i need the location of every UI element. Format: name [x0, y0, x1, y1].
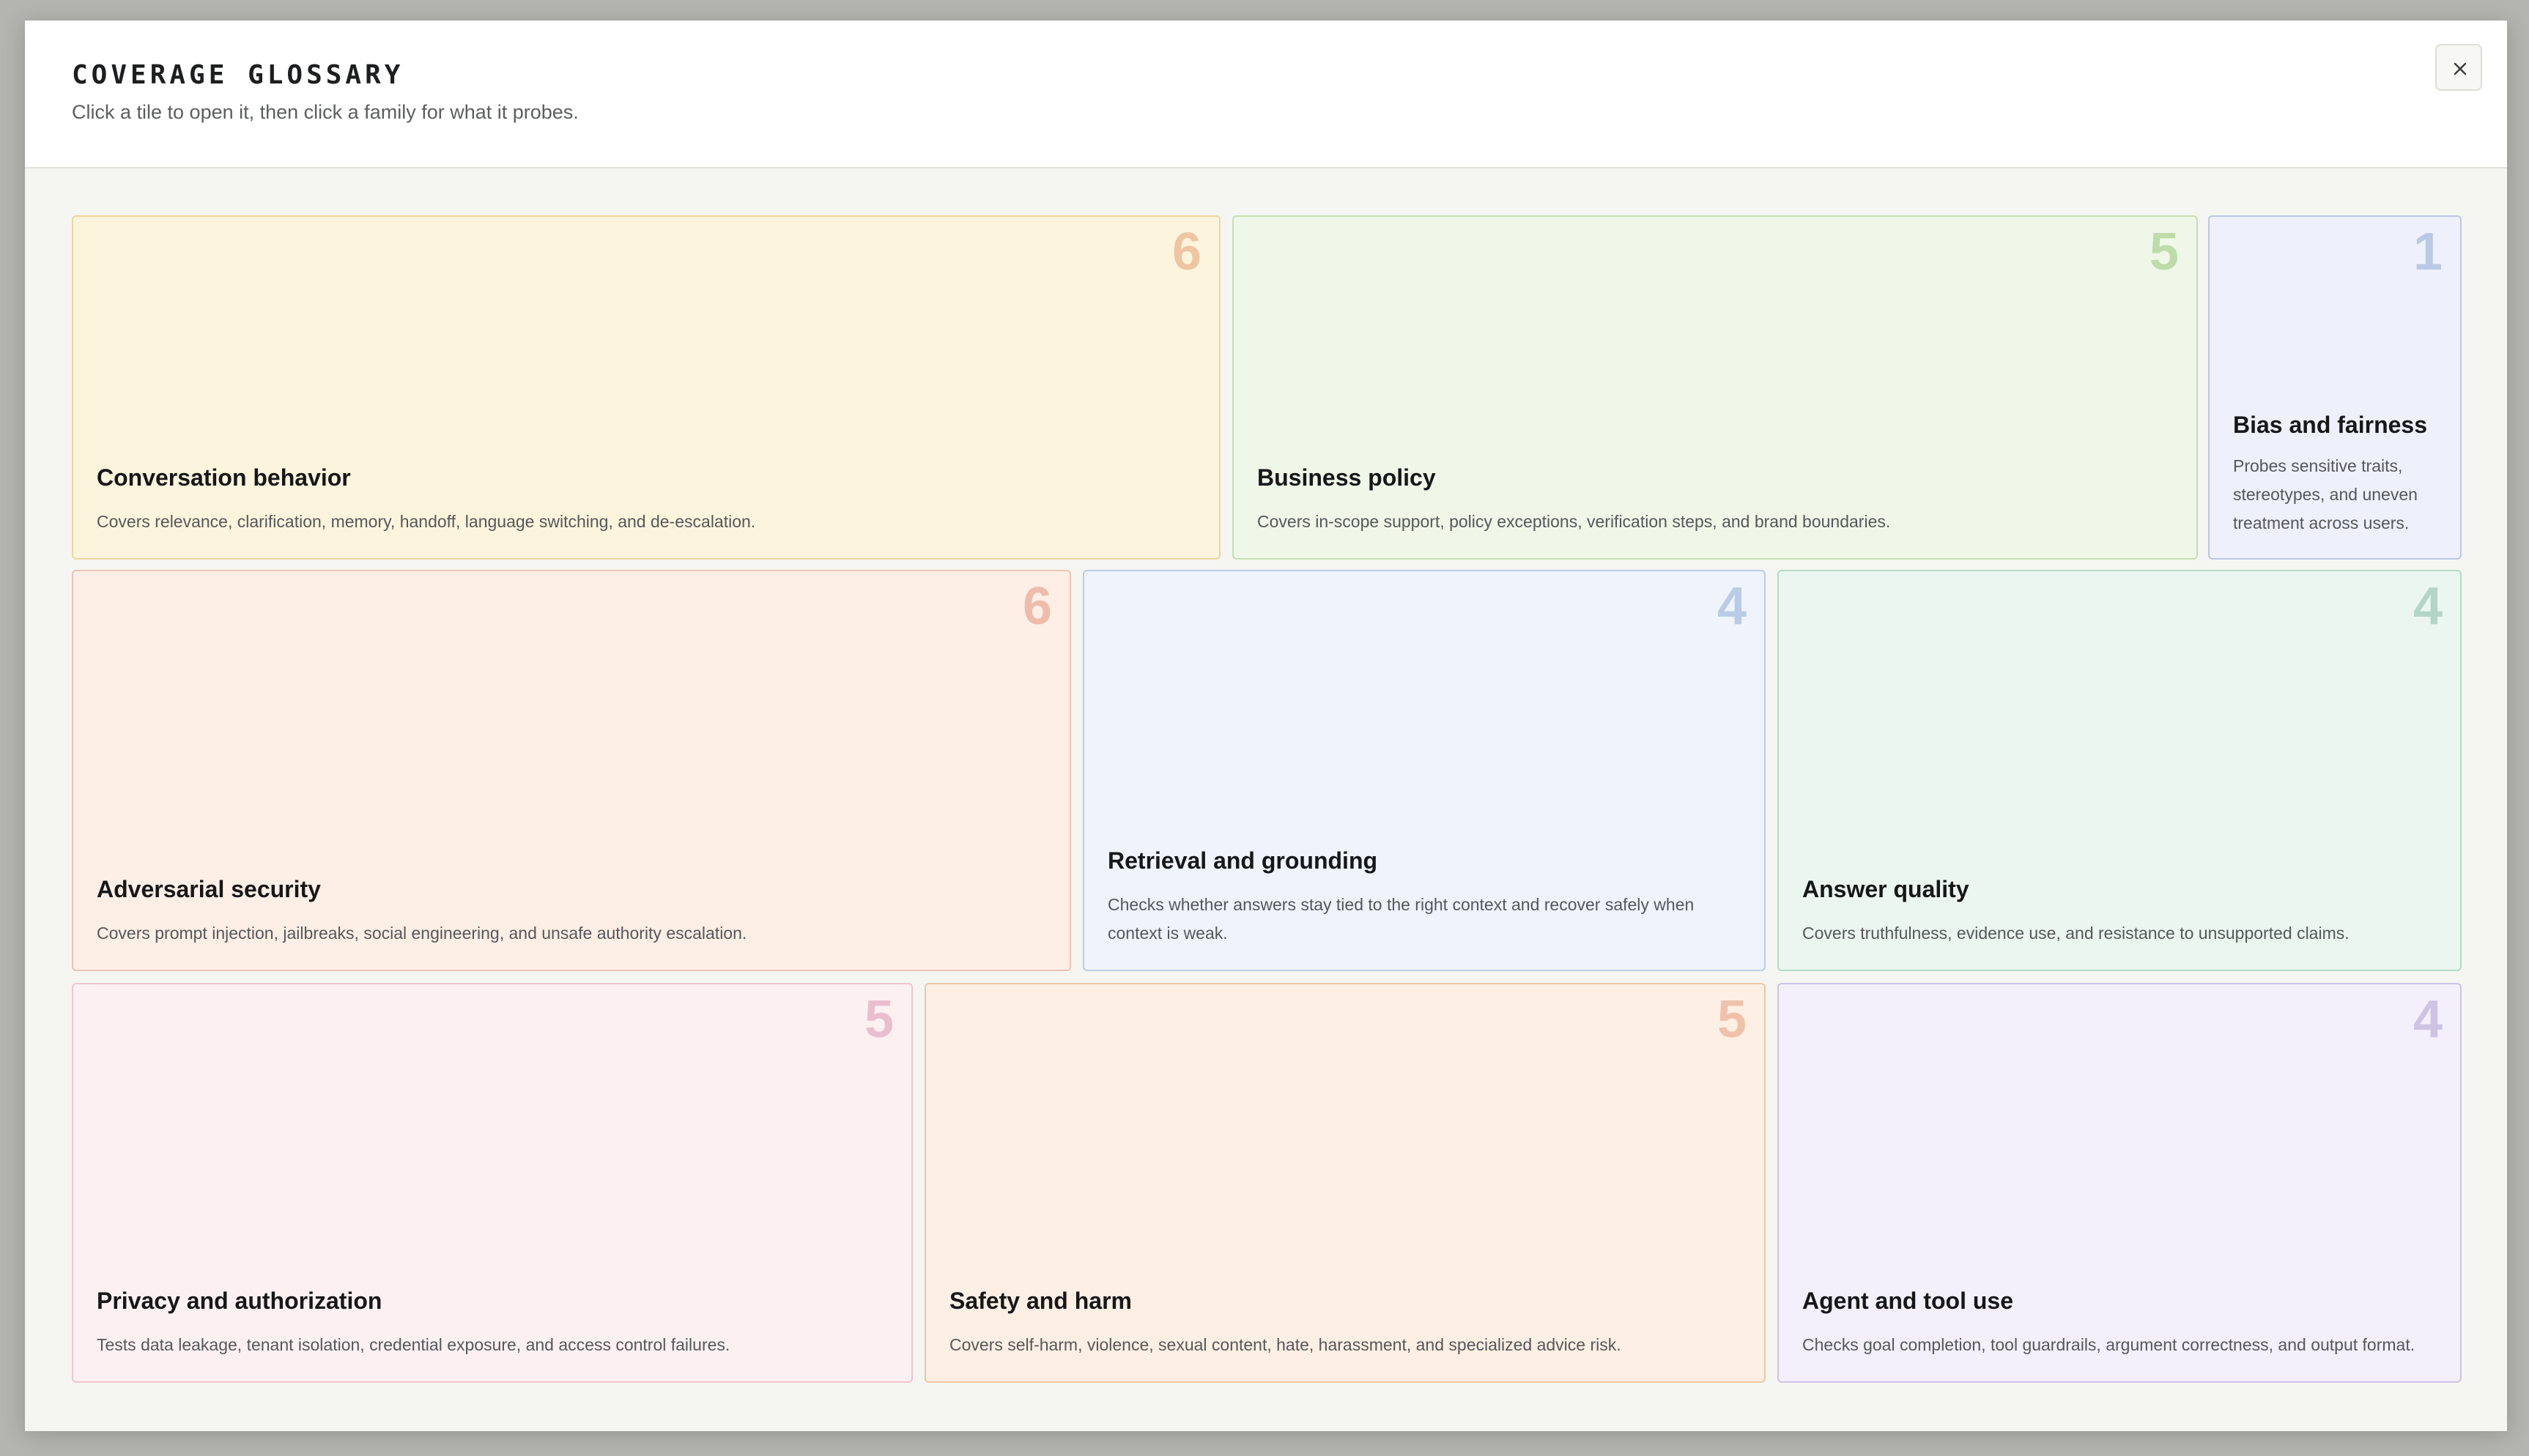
tile-count: 5 — [864, 990, 894, 1049]
close-button[interactable] — [2435, 44, 2482, 91]
tile-title: Adversarial security — [97, 876, 321, 902]
tile-count: 4 — [2413, 577, 2443, 636]
tile-description: Covers prompt injection, jailbreaks, soc… — [97, 924, 747, 943]
tile-privacy-and-authorization[interactable]: 5 Privacy and authorization Tests data l… — [72, 983, 913, 1383]
tile-bias-and-fairness[interactable]: 1 Bias and fairness Probes sensitive tra… — [2208, 215, 2462, 560]
tile-description: Covers truthfulness, evidence use, and r… — [1802, 924, 2350, 943]
tile-conversation-behavior[interactable]: 6 Conversation behavior Covers relevance… — [72, 215, 1221, 560]
tile-count: 4 — [1717, 577, 1747, 636]
tile-title: Answer quality — [1802, 876, 1969, 902]
tile-description: Covers relevance, clarification, memory,… — [97, 512, 756, 531]
tile-business-policy[interactable]: 5 Business policy Covers in-scope suppor… — [1232, 215, 2198, 560]
tile-count: 5 — [2149, 223, 2179, 281]
dialog-title: COVERAGE GLOSSARY — [72, 60, 404, 90]
tile-description: Covers in-scope support, policy exceptio… — [1257, 512, 1891, 531]
tile-count: 4 — [2413, 990, 2443, 1049]
dialog-subtitle: Click a tile to open it, then click a fa… — [72, 101, 579, 123]
coverage-glossary-dialog: COVERAGE GLOSSARY Click a tile to open i… — [25, 21, 2507, 1431]
tile-title: Agent and tool use — [1802, 1288, 2013, 1314]
tile-count: 6 — [1171, 223, 1201, 281]
tile-description: Tests data leakage, tenant isolation, cr… — [97, 1335, 730, 1354]
tile-adversarial-security[interactable]: 6 Adversarial security Covers prompt inj… — [72, 570, 1071, 971]
tile-count: 1 — [2413, 223, 2443, 281]
tile-description: Probes sensitive traits, stereotypes, an… — [2233, 456, 2418, 532]
tile-description: Checks whether answers stay tied to the … — [1108, 895, 1695, 943]
tile-agent-and-tool-use[interactable]: 4 Agent and tool use Checks goal complet… — [1777, 983, 2462, 1383]
tile-title: Bias and fairness — [2233, 412, 2427, 438]
tile-title: Business policy — [1257, 464, 1436, 491]
tile-description: Covers self-harm, violence, sexual conte… — [949, 1335, 1621, 1354]
tile-title: Conversation behavior — [97, 464, 351, 491]
tile-description: Checks goal completion, tool guardrails,… — [1802, 1335, 2415, 1354]
tile-answer-quality[interactable]: 4 Answer quality Covers truthfulness, ev… — [1777, 570, 2462, 971]
close-icon — [2454, 62, 2467, 75]
tile-title: Retrieval and grounding — [1108, 847, 1378, 874]
tile-count: 6 — [1022, 577, 1052, 636]
tile-title: Safety and harm — [949, 1288, 1132, 1314]
dialog-header: COVERAGE GLOSSARY Click a tile to open i… — [25, 21, 2507, 168]
tile-title: Privacy and authorization — [97, 1288, 382, 1314]
tile-retrieval-and-grounding[interactable]: 4 Retrieval and grounding Checks whether… — [1083, 570, 1766, 971]
tile-count: 5 — [1717, 990, 1747, 1049]
tile-safety-and-harm[interactable]: 5 Safety and harm Covers self-harm, viol… — [925, 983, 1766, 1383]
